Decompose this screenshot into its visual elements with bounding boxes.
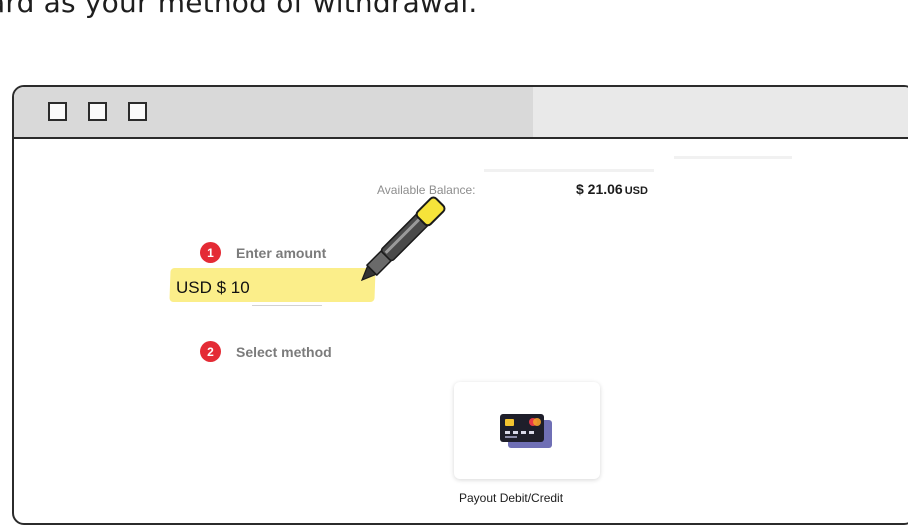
payout-method-label: Payout Debit/Credit [459,491,564,505]
address-bar-area [533,87,908,137]
payout-card-method-option[interactable] [454,382,600,479]
step-2-label: Select method [236,344,332,360]
step-1-badge: 1 [200,242,221,263]
window-button-3[interactable] [128,102,147,121]
browser-titlebar [14,87,908,139]
faded-divider [674,156,792,159]
window-button-2[interactable] [88,102,107,121]
credit-card-icon [500,414,552,448]
highlighter-pen-icon [360,196,446,282]
amount-input[interactable]: USD $ 10 [176,278,250,298]
faded-divider [484,169,654,172]
intro-text: ard as your method of withdrawal. [0,0,478,19]
step-2-badge: 2 [200,341,221,362]
balance-amount: $ 21.06 [576,181,623,197]
amount-input-underline [252,305,322,306]
balance-currency: USD [624,185,648,197]
available-balance-value: $ 21.06 USD [576,181,648,197]
step-1-label: Enter amount [236,245,327,261]
window-button-1[interactable] [48,102,67,121]
